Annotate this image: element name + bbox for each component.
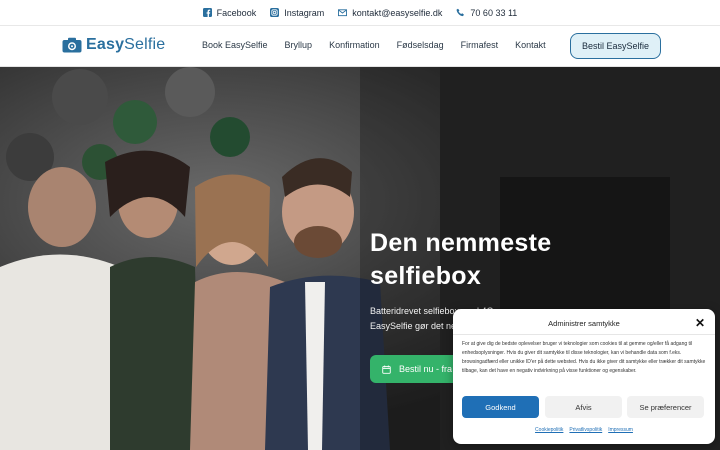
nav-item-firmafest[interactable]: Firmafest: [461, 40, 499, 50]
nav-item-kontakt[interactable]: Kontakt: [515, 40, 546, 50]
cookie-body-text: For at give dig de bedste oplevelser bru…: [462, 341, 706, 374]
order-now-label: Bestil nu - fra: [399, 364, 453, 374]
calendar-icon: [382, 365, 391, 374]
phone-label: 70 60 33 11: [470, 7, 518, 18]
email-icon: [338, 9, 348, 17]
email-link[interactable]: kontakt@easyselfie.dk: [338, 8, 442, 18]
logo-text: EasySelfie: [86, 36, 166, 53]
facebook-icon: [202, 8, 212, 17]
logo[interactable]: EasySelfie: [62, 36, 165, 54]
instagram-icon: [270, 8, 280, 17]
hero-title: Den nemmeste selfiebox: [370, 229, 552, 290]
facebook-label: Facebook: [216, 7, 257, 18]
view-preferences-button[interactable]: Se præferencer: [627, 396, 704, 418]
cookie-title: Administrer samtykke: [548, 319, 620, 328]
close-icon[interactable]: ✕: [695, 317, 705, 329]
phone-link[interactable]: 70 60 33 11: [456, 8, 517, 18]
instagram-label: Instagram: [284, 7, 325, 18]
nav-menu: Book EasySelfie Bryllup Konfirmation Fød…: [202, 40, 546, 50]
order-easyselfie-button[interactable]: Bestil EasySelfie: [570, 33, 661, 59]
cookie-consent-dialog: Administrer samtykke ✕ For at give dig d…: [453, 309, 715, 444]
nav-item-book[interactable]: Book EasySelfie: [202, 40, 268, 50]
main-navigation: EasySelfie Book EasySelfie Bryllup Konfi…: [0, 26, 720, 67]
impressum-link[interactable]: Impressum: [608, 427, 633, 433]
cookie-divider: [453, 334, 715, 335]
camera-logo-icon: [62, 37, 82, 53]
accept-button[interactable]: Godkend: [462, 396, 539, 418]
nav-item-bryllup[interactable]: Bryllup: [285, 40, 313, 50]
email-label: kontakt@easyselfie.dk: [352, 7, 443, 18]
cookie-links: Cookiepolitik Privatlivspolitik Impressu…: [453, 427, 715, 433]
phone-icon: [456, 8, 465, 17]
facebook-link[interactable]: Facebook: [202, 7, 257, 18]
cookie-policy-link[interactable]: Cookiepolitik: [535, 427, 563, 433]
instagram-link[interactable]: Instagram: [270, 8, 324, 18]
privacy-policy-link[interactable]: Privatlivspolitik: [569, 427, 602, 433]
nav-item-foedselsdag[interactable]: Fødselsdag: [397, 40, 444, 50]
contact-bar: Facebook Instagram kontakt@easyselfie.dk…: [0, 0, 720, 26]
deny-button[interactable]: Afvis: [545, 396, 622, 418]
nav-item-konfirmation[interactable]: Konfirmation: [329, 40, 380, 50]
